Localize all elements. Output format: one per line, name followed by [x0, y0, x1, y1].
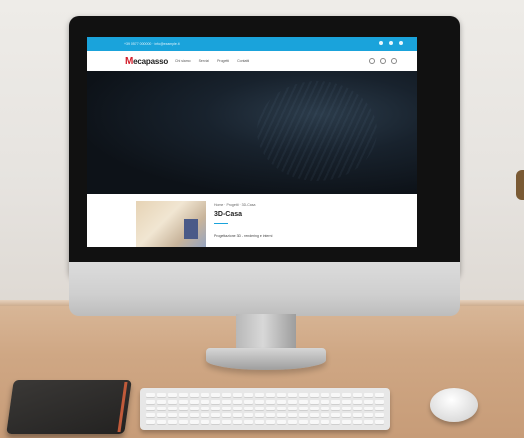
monitor-chin [69, 262, 460, 316]
project-description: Progettazione 3D - rendering e interni [214, 234, 273, 238]
search-icon[interactable] [380, 58, 386, 64]
title-underline [214, 223, 228, 224]
keyboard [140, 388, 390, 430]
top-contact-bar: +39 0577 000000 · info@example.it [87, 37, 417, 51]
nav-icons [369, 58, 397, 64]
notebook [6, 380, 132, 434]
main-navigation: Mecapasso Chi siamo Servizi Progetti Con… [87, 51, 417, 72]
monitor-stand-neck [236, 314, 296, 352]
screen: +39 0577 000000 · info@example.it Mecapa… [87, 37, 417, 247]
project-section: Home · Progetti · 3D-Casa 3D-Casa Proget… [87, 194, 417, 247]
instagram-icon[interactable] [399, 41, 403, 45]
nav-menu: Chi siamo Servizi Progetti Contatti [175, 59, 249, 63]
monitor-stand-base [206, 348, 326, 370]
contact-info: +39 0577 000000 · info@example.it [124, 42, 180, 46]
breadcrumb[interactable]: Home · Progetti · 3D-Casa [214, 203, 255, 207]
nav-item-contatti[interactable]: Contatti [237, 59, 249, 63]
social-icons [379, 41, 403, 45]
nav-item-chi-siamo[interactable]: Chi siamo [175, 59, 191, 63]
nav-item-progetti[interactable]: Progetti [217, 59, 229, 63]
mouse [430, 388, 478, 422]
user-icon[interactable] [369, 58, 375, 64]
page-title: 3D-Casa [214, 211, 243, 218]
hero-banner [87, 71, 417, 194]
menu-icon[interactable] [391, 58, 397, 64]
project-thumbnail[interactable] [136, 201, 206, 247]
site-logo[interactable]: Mecapasso [125, 56, 168, 67]
facebook-icon[interactable] [379, 41, 383, 45]
keyboard-keys [146, 393, 384, 425]
twitter-icon[interactable] [389, 41, 393, 45]
plant-pot [516, 170, 524, 200]
nav-item-servizi[interactable]: Servizi [199, 59, 210, 63]
